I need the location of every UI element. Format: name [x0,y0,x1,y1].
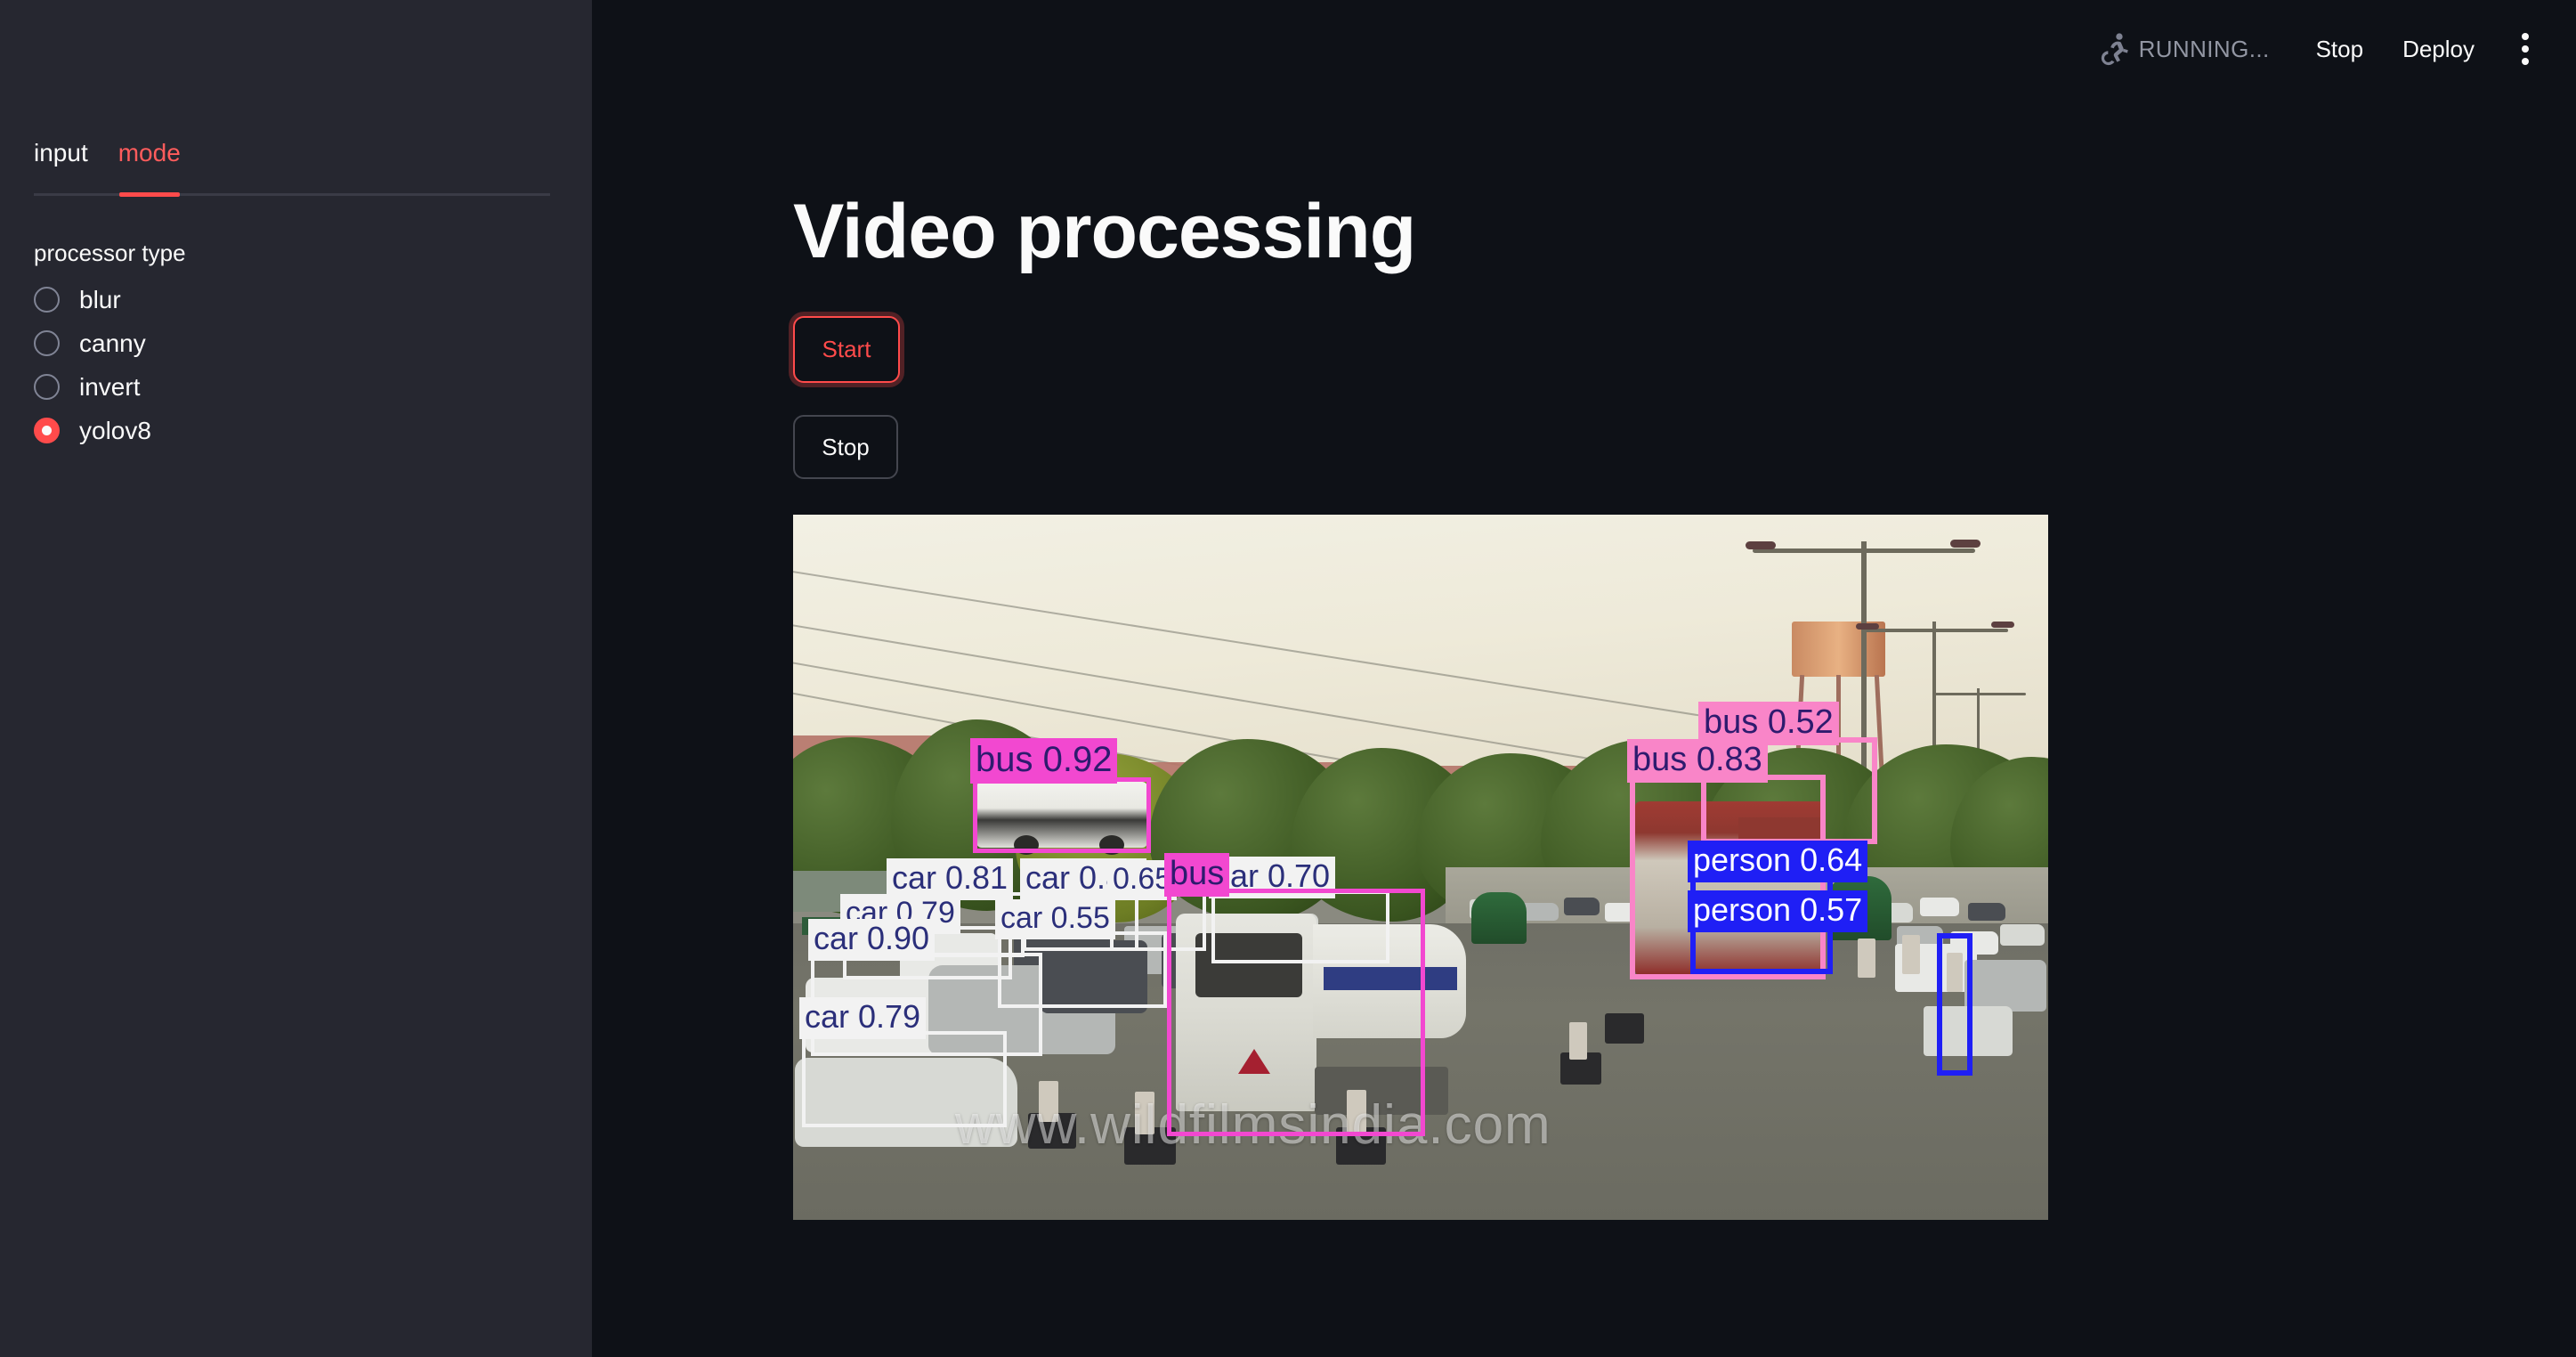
radio-option-invert[interactable]: invert [34,365,532,409]
detection-box: car 0.79 [799,997,1007,1127]
video-output[interactable]: www.wildfilmsindia.com bus 0.92 car 0.81 c… [793,515,2048,1220]
app-toolbar: RUNNING... Stop Deploy [2100,0,2549,98]
detection-label: car 0.79 [799,997,927,1039]
tab-input[interactable]: input [34,138,88,188]
radio-option-canny[interactable]: canny [34,321,532,365]
kebab-menu-icon[interactable] [2501,25,2549,73]
pedestrian [1569,1022,1587,1060]
video-scene: www.wildfilmsindia.com bus 0.92 car 0.81 c… [793,515,2048,1220]
distant-vehicle [1920,898,1959,916]
detection-box: bus 0.92 [970,738,1151,853]
radio-circle-icon [34,374,60,400]
running-man-icon [2101,33,2128,66]
processor-type-label: processor type [34,240,186,266]
status-indicator: RUNNING... [2100,31,2270,67]
distant-vehicle [1564,898,1600,915]
toolbar-stop-button[interactable]: Stop [2297,36,2384,63]
kebab-dot [2522,58,2529,65]
radio-label: invert [79,372,141,401]
main-content: RUNNING... Stop Deploy Video processing … [592,0,2576,1357]
tab-divider [34,193,550,196]
distant-vehicle [2000,924,2045,946]
vehicle [1964,960,2046,1012]
detection-label: bus [1164,853,1230,897]
radio-label: canny [79,329,146,357]
radio-label: yolov8 [79,416,151,444]
status-text: RUNNING... [2138,35,2270,62]
kebab-dot [2522,45,2529,53]
tab-active-indicator [119,192,180,197]
kebab-dot [2522,33,2529,40]
street-lamp-arm [1861,629,2008,632]
street-lamp-head [1950,540,1981,548]
tab-mode[interactable]: mode [118,138,181,188]
sidebar: input mode processor type blur canny inv… [0,0,592,1357]
detection-box: person 0.57 [1688,890,1868,974]
stop-button[interactable]: Stop [793,415,898,479]
page-title: Video processing [793,189,1416,274]
street-lamp-head [1746,541,1776,549]
detection-label: person 0.57 [1688,890,1868,932]
detection-bbox [1167,889,1425,1136]
street-lamp-arm [1932,693,2026,695]
detection-bbox [1937,933,1973,1076]
motorcycle [1605,1013,1644,1044]
detection-label: car 0.55 [995,899,1115,939]
radio-option-yolov8[interactable]: yolov8 [34,409,532,452]
detection-label: person 0.64 [1688,841,1868,882]
detection-box: bus [1164,853,1425,1136]
street-lamp-arm [1753,548,1975,553]
radio-option-blur[interactable]: blur [34,278,532,321]
street-lamp-head [1856,623,1879,630]
auto-rickshaw [1471,892,1527,944]
detection-label: car 0.90 [808,919,936,961]
distant-vehicle [1968,903,2005,921]
pedestrian [1902,935,1920,974]
radio-circle-icon [34,287,60,313]
detection-bbox [802,1031,1007,1127]
detection-box [1937,933,1973,1076]
detection-label: bus 0.92 [970,738,1118,784]
distant-vehicle [1521,903,1559,921]
deploy-button[interactable]: Deploy [2383,36,2494,63]
streamlit-app: input mode processor type blur canny inv… [0,0,2576,1357]
radio-circle-selected-icon [34,418,60,443]
radio-circle-icon [34,330,60,356]
start-button[interactable]: Start [793,316,900,383]
detection-label: bus 0.83 [1627,739,1768,783]
processor-type-radio-group: blur canny invert yolov8 [34,278,532,452]
pedestrian [1858,939,1875,978]
radio-label: blur [79,285,121,313]
sidebar-tabs: input mode [34,138,550,188]
detection-bbox [973,777,1151,853]
street-lamp-head [1991,622,2014,628]
